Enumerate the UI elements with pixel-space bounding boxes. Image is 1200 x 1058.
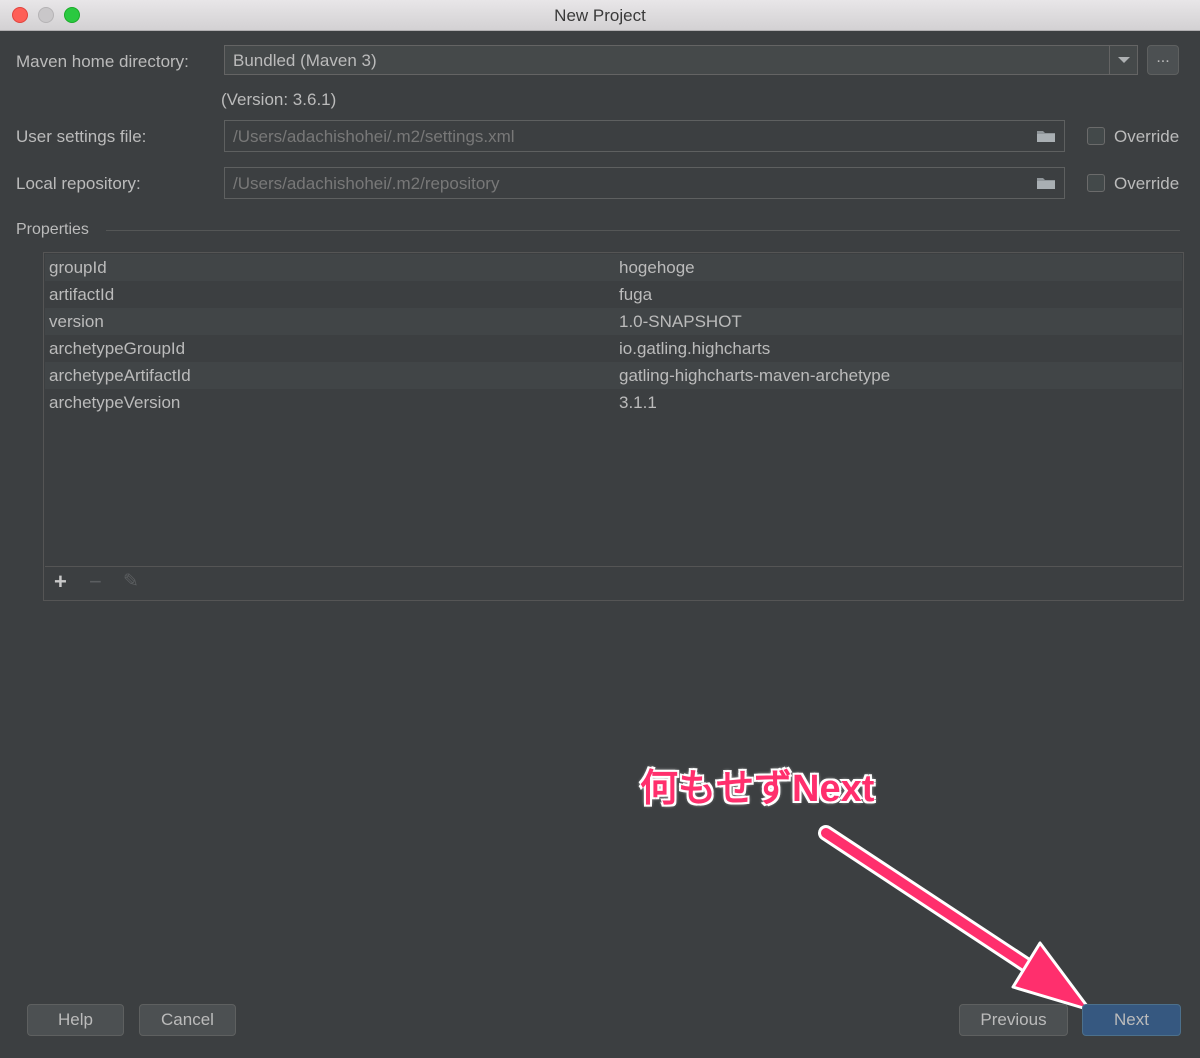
next-button[interactable]: Next <box>1082 1004 1181 1036</box>
previous-button[interactable]: Previous <box>959 1004 1068 1036</box>
annotation-arrow-icon <box>818 825 1092 1012</box>
help-button[interactable]: Help <box>27 1004 124 1036</box>
cancel-button[interactable]: Cancel <box>139 1004 236 1036</box>
